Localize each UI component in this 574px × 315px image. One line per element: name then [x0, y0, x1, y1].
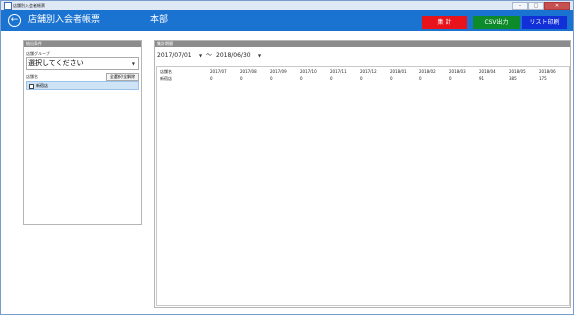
column-header: 店舗名: [160, 69, 172, 74]
column-header: 2018/01: [390, 69, 407, 74]
table-header-row: 店舗名 2017/07 2017/08 2017/09 2017/10 2017…: [157, 69, 569, 75]
aggregate-button[interactable]: 集 計: [422, 16, 467, 29]
table-cell: 0: [300, 76, 303, 81]
conditions-panel: 抽出条件 店舗グループ 選択してください ▼ 店舗名 全選択/全解除 新宿店: [23, 40, 142, 225]
close-icon[interactable]: ✕: [544, 2, 570, 10]
column-header: 2017/07: [210, 69, 227, 74]
table-cell: 0: [419, 76, 422, 81]
table-cell: 0: [360, 76, 363, 81]
table-cell: 91: [479, 76, 485, 81]
table-cell: 新宿店: [160, 76, 172, 81]
app-header: ← 店舗別入会者帳票 本部 集 計 CSV出力 リスト印刷: [1, 10, 573, 31]
minimize-icon[interactable]: –: [512, 2, 528, 10]
conditions-panel-title: 抽出条件: [24, 41, 141, 47]
table-row[interactable]: 新宿店 0 0 0 0 0 0 0 0 0 91 385 175: [157, 76, 569, 82]
print-list-button[interactable]: リスト印刷: [522, 16, 567, 29]
store-group-select[interactable]: 選択してください ▼: [26, 57, 139, 70]
column-header: 2018/02: [419, 69, 436, 74]
table-cell: 0: [270, 76, 273, 81]
column-header: 2017/08: [240, 69, 257, 74]
window-title: 店舗別入会者帳票: [13, 3, 45, 8]
csv-export-button[interactable]: CSV出力: [473, 16, 520, 29]
window-titlebar: 店舗別入会者帳票 – □ ✕: [1, 1, 573, 10]
maximize-icon[interactable]: □: [528, 2, 544, 10]
date-from-picker[interactable]: 2017/07/01: [157, 50, 192, 62]
date-to-dropdown-icon[interactable]: ▼: [258, 50, 261, 62]
page-title: 店舗別入会者帳票: [28, 15, 101, 25]
date-to-picker[interactable]: 2018/06/30: [216, 50, 251, 62]
table-cell: 175: [539, 76, 547, 81]
column-header: 2017/09: [270, 69, 287, 74]
table-cell: 0: [240, 76, 243, 81]
table-cell: 0: [449, 76, 452, 81]
report-table: 店舗名 2017/07 2017/08 2017/09 2017/10 2017…: [156, 66, 570, 306]
store-name: 本部: [150, 15, 169, 25]
column-header: 2018/05: [509, 69, 526, 74]
column-header: 2017/11: [330, 69, 347, 74]
table-cell: 0: [390, 76, 393, 81]
store-group-select-value: 選択してください: [28, 59, 84, 67]
select-all-toggle-button[interactable]: 全選択/全解除: [106, 73, 139, 81]
store-list-item-label: 新宿店: [36, 83, 48, 88]
column-header: 2017/12: [360, 69, 377, 74]
table-cell: 0: [210, 76, 213, 81]
back-arrow-icon[interactable]: ←: [8, 14, 21, 27]
table-cell: 0: [330, 76, 333, 81]
date-range-separator: ～: [206, 52, 213, 59]
period-panel: 集計期間 2017/07/01 ▼ ～ 2018/06/30 ▼ 店舗名 201…: [154, 40, 571, 308]
table-cell: 385: [509, 76, 517, 81]
column-header: 2018/03: [449, 69, 466, 74]
column-header: 2018/04: [479, 69, 496, 74]
store-checkbox[interactable]: [29, 83, 34, 89]
app-window: 店舗別入会者帳票 – □ ✕ ← 店舗別入会者帳票 本部 集 計 CSV出力 リ…: [0, 0, 574, 315]
store-list-item[interactable]: 新宿店: [26, 81, 139, 90]
period-panel-title: 集計期間: [155, 41, 570, 47]
date-range: 2017/07/01 ▼ ～ 2018/06/30 ▼: [155, 50, 355, 62]
store-name-label: 店舗名: [26, 74, 38, 79]
chevron-down-icon: ▼: [131, 61, 135, 66]
column-header: 2018/06: [539, 69, 556, 74]
date-from-dropdown-icon[interactable]: ▼: [199, 50, 202, 62]
app-icon: [4, 2, 12, 10]
column-header: 2017/10: [300, 69, 317, 74]
